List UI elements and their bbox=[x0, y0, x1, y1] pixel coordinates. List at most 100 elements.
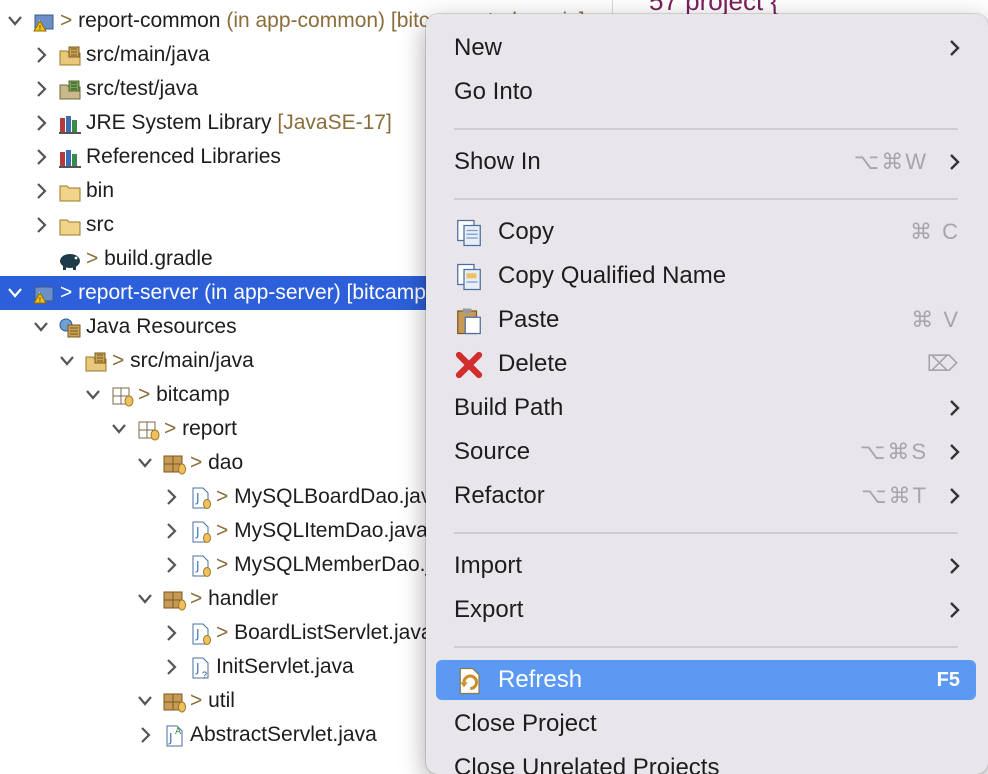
menu-item-build-path[interactable]: Build Path bbox=[436, 388, 976, 428]
chevron-down-icon[interactable] bbox=[56, 344, 78, 378]
folder-icon bbox=[58, 180, 82, 202]
package-empty-icon bbox=[136, 418, 160, 441]
menu-item-refresh[interactable]: Refresh F5 bbox=[436, 660, 976, 700]
chevron-right-icon[interactable] bbox=[160, 480, 182, 514]
paste-icon bbox=[454, 307, 484, 335]
java-resources-icon bbox=[58, 316, 82, 338]
menu-item-new[interactable]: New bbox=[436, 28, 976, 68]
test-source-folder-icon bbox=[58, 78, 82, 100]
chevron-down-icon[interactable] bbox=[30, 310, 52, 344]
tree-row-label: InitServlet.java bbox=[216, 650, 354, 684]
tree-item-name: handler bbox=[208, 587, 279, 610]
chevron-right-icon[interactable] bbox=[30, 72, 52, 106]
tree-row-label: > BoardListServlet.java bbox=[216, 616, 433, 650]
chevron-right-icon[interactable] bbox=[30, 106, 52, 140]
project-icon: J! bbox=[32, 10, 56, 32]
tree-item-name: InitServlet.java bbox=[216, 655, 354, 678]
tree-row-label: src/test/java bbox=[86, 72, 198, 106]
chevron-down-icon[interactable] bbox=[134, 582, 156, 616]
svg-text:J: J bbox=[195, 525, 200, 539]
tree-item-name: Referenced Libraries bbox=[86, 145, 281, 168]
git-change-marker: > bbox=[190, 587, 209, 610]
copy-qualified-name-icon bbox=[454, 263, 484, 291]
tree-item-name: src bbox=[86, 213, 114, 236]
menu-item-source[interactable]: Source ⌥⌘S bbox=[436, 432, 976, 472]
svg-text:J: J bbox=[195, 491, 200, 505]
chevron-right-icon[interactable] bbox=[30, 174, 52, 208]
tree-item-name: BoardListServlet.java bbox=[234, 621, 433, 644]
tree-row-label: src bbox=[86, 208, 114, 242]
git-change-marker: > bbox=[216, 519, 235, 542]
refresh-icon bbox=[454, 667, 484, 695]
tree-item-name: AbstractServlet.java bbox=[190, 723, 377, 746]
menu-item-copy[interactable]: Copy ⌘ C bbox=[436, 212, 976, 252]
menu-item-import[interactable]: Import bbox=[436, 546, 976, 586]
menu-item-export[interactable]: Export bbox=[436, 590, 976, 630]
git-change-marker: > bbox=[138, 383, 157, 406]
menu-item-refactor[interactable]: Refactor ⌥⌘T bbox=[436, 476, 976, 516]
java-abstract-icon: JA bbox=[162, 724, 186, 747]
chevron-down-icon[interactable] bbox=[4, 276, 26, 310]
chevron-right-icon[interactable] bbox=[30, 208, 52, 242]
chevron-down-icon[interactable] bbox=[82, 378, 104, 412]
chevron-down-icon[interactable] bbox=[134, 446, 156, 480]
chevron-down-icon[interactable] bbox=[134, 684, 156, 718]
chevron-right-icon[interactable] bbox=[160, 514, 182, 548]
tree-item-name: MySQLItemDao.java bbox=[234, 519, 428, 542]
menu-item-label: Copy bbox=[498, 218, 555, 245]
tree-row-label: > dao bbox=[190, 446, 243, 480]
source-folder-icon bbox=[84, 350, 108, 372]
menu-item-label: Close Unrelated Projects bbox=[454, 754, 720, 774]
java-file-icon: J bbox=[188, 520, 212, 543]
chevron-right-icon[interactable] bbox=[160, 650, 182, 684]
chevron-right-icon[interactable] bbox=[160, 548, 182, 582]
menu-item-show-in[interactable]: Show In ⌥⌘W bbox=[436, 142, 976, 182]
gradle-elephant-icon bbox=[58, 248, 82, 270]
chevron-down-icon[interactable] bbox=[4, 4, 26, 38]
menu-item-shortcut: ⌥⌘T bbox=[861, 483, 928, 508]
tree-row-label: > build.gradle bbox=[86, 242, 213, 276]
tree-item-name: dao bbox=[208, 451, 244, 474]
tree-row-label: > bitcamp bbox=[138, 378, 230, 412]
chevron-down-icon[interactable] bbox=[108, 412, 130, 446]
library-icon bbox=[58, 112, 82, 134]
package-empty-icon bbox=[110, 384, 134, 407]
menu-item-close-project[interactable]: Close Project bbox=[436, 704, 976, 744]
library-icon bbox=[58, 146, 82, 168]
menu-separator bbox=[454, 532, 958, 534]
chevron-right-icon[interactable] bbox=[160, 616, 182, 650]
menu-item-label: Source bbox=[454, 438, 531, 465]
menu-item-go-into[interactable]: Go Into bbox=[436, 72, 976, 112]
tree-item-decoration: [JavaSE-17] bbox=[271, 111, 392, 134]
menu-item-label: Show In bbox=[454, 148, 541, 175]
menu-item-label: Delete bbox=[498, 350, 568, 377]
tree-row-label: JRE System Library [JavaSE-17] bbox=[86, 106, 392, 140]
submenu-chevron-icon bbox=[948, 476, 962, 527]
chevron-right-icon[interactable] bbox=[134, 718, 156, 752]
menu-item-close-unrelated-projects[interactable]: Close Unrelated Projects bbox=[436, 748, 976, 774]
tree-row-label: Java Resources bbox=[86, 310, 237, 344]
tree-row-label: src/main/java bbox=[86, 38, 210, 72]
git-change-marker: > bbox=[112, 349, 131, 372]
tree-item-name: report-common bbox=[78, 9, 221, 32]
menu-item-label: Refactor bbox=[454, 482, 545, 509]
menu-item-label: Refresh bbox=[498, 666, 583, 693]
svg-text:!: ! bbox=[39, 297, 41, 304]
git-change-marker: > bbox=[86, 247, 105, 270]
svg-text:!: ! bbox=[39, 25, 41, 32]
menu-item-label: Go Into bbox=[454, 78, 533, 105]
menu-separator bbox=[454, 646, 958, 648]
git-change-marker: > bbox=[190, 451, 209, 474]
delete-icon bbox=[454, 351, 484, 379]
menu-item-paste[interactable]: Paste ⌘ V bbox=[436, 300, 976, 340]
tree-item-name: JRE System Library bbox=[86, 111, 272, 134]
tree-item-name: util bbox=[208, 689, 235, 712]
menu-item-delete[interactable]: Delete ⌦ bbox=[436, 344, 976, 384]
context-menu: New Go Into Show In ⌥⌘W Copy ⌘ C Copy Qualifie… bbox=[426, 14, 988, 774]
menu-item-copy-qualified-name[interactable]: Copy Qualified Name bbox=[436, 256, 976, 296]
menu-item-label: Build Path bbox=[454, 394, 564, 421]
svg-text:A: A bbox=[175, 727, 182, 737]
chevron-right-icon[interactable] bbox=[30, 140, 52, 174]
chevron-right-icon[interactable] bbox=[30, 38, 52, 72]
folder-icon bbox=[58, 214, 82, 236]
